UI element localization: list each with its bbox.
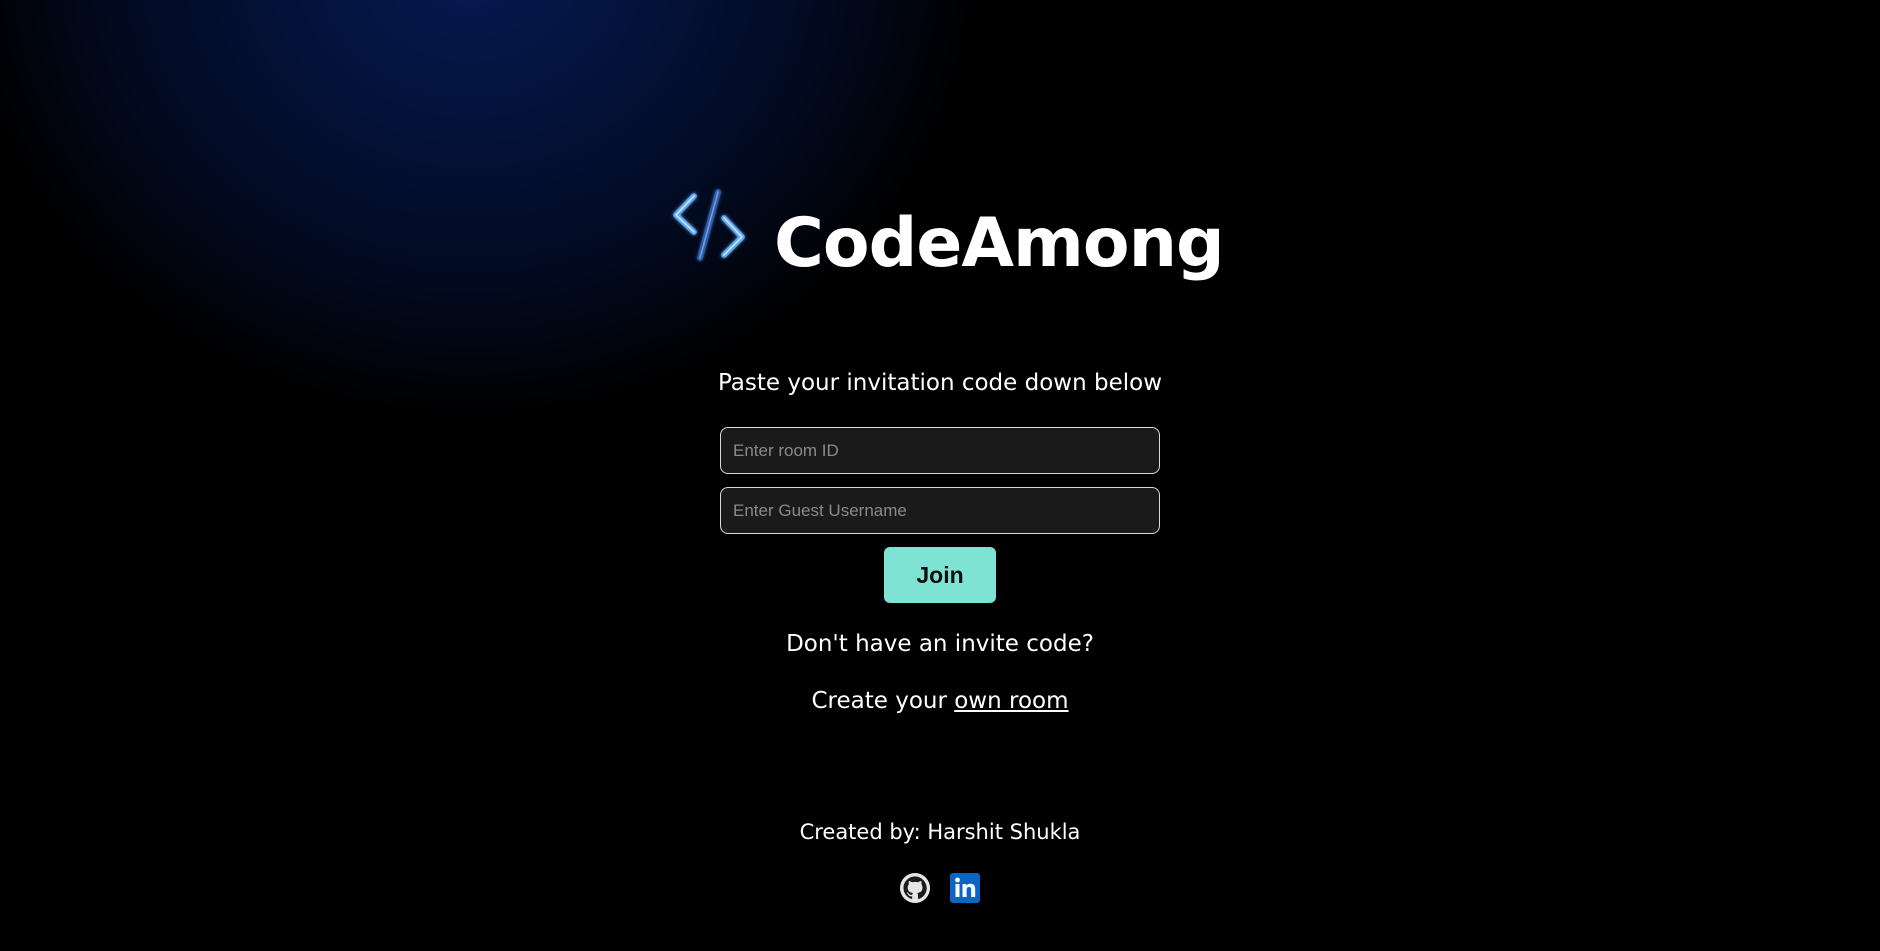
code-brackets-icon: [673, 189, 745, 261]
guest-username-input[interactable]: [720, 487, 1160, 534]
brand-logo: CodeAmong: [670, 188, 1225, 298]
join-page: CodeAmong Paste your invitation code dow…: [0, 0, 1880, 951]
create-room-line: Create your own room: [0, 686, 1880, 716]
join-room-form: Paste your invitation code down below Jo…: [0, 368, 1880, 716]
linkedin-link[interactable]: [949, 872, 981, 904]
form-subtitle: Paste your invitation code down below: [717, 370, 1163, 396]
linkedin-icon: [950, 873, 980, 903]
room-id-input[interactable]: [720, 427, 1160, 474]
join-button[interactable]: Join: [884, 547, 996, 603]
github-icon: [900, 873, 930, 903]
footer: Created by: Harshit Shukla: [0, 817, 1880, 904]
social-links: [0, 872, 1880, 904]
github-link[interactable]: [899, 872, 931, 904]
author-credit: Created by: Harshit Shukla: [799, 820, 1081, 844]
no-invite-prompt: Don't have an invite code?: [786, 631, 1094, 657]
brand-name: CodeAmong: [774, 204, 1225, 283]
create-room-lead-text: Create your: [811, 688, 955, 714]
create-own-room-link[interactable]: own room: [954, 688, 1068, 714]
